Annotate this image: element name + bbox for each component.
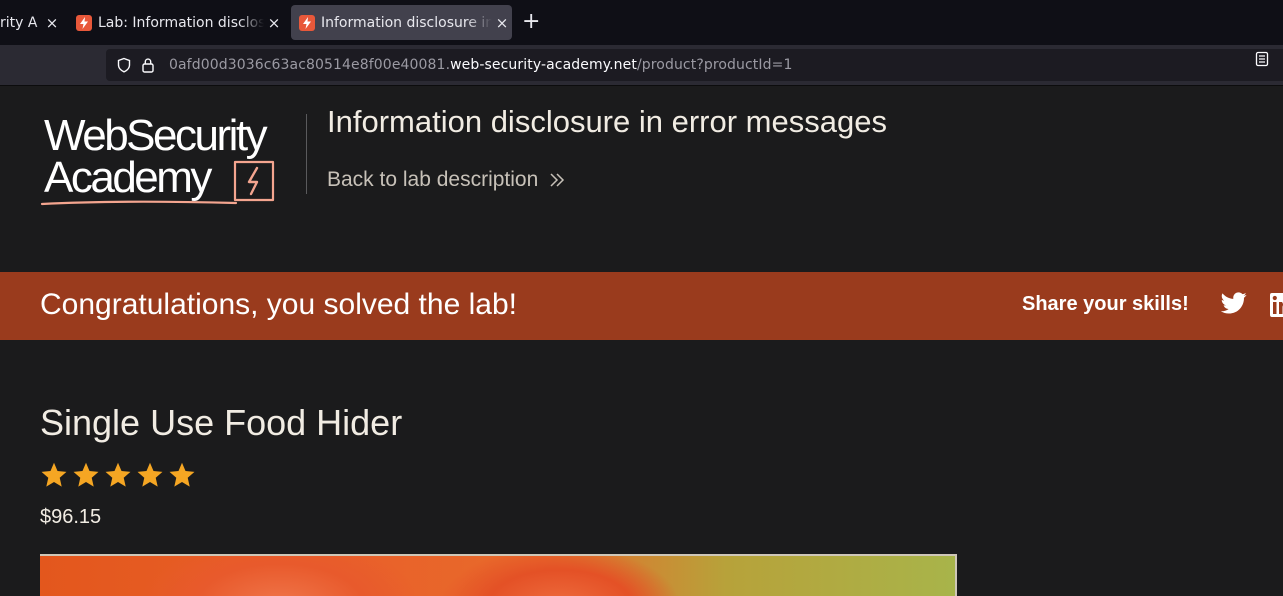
double-chevron-icon [548, 171, 566, 189]
star-icon [169, 462, 195, 487]
logo-line-1: WebSecurity [44, 111, 268, 160]
url-prefix: 0afd00d3036c63ac80514e8f00e40081. [169, 57, 451, 73]
star-icon [73, 462, 99, 487]
tab-title: rity A [0, 14, 38, 31]
linkedin-icon[interactable] [1270, 293, 1283, 321]
product-title: Single Use Food Hider [40, 402, 403, 443]
close-tab-icon[interactable]: × [42, 14, 62, 32]
url-text[interactable]: 0afd00d3036c63ac80514e8f00e40081.web-sec… [169, 57, 792, 73]
browser-tab[interactable]: rity A × [0, 5, 62, 40]
url-host: web-security-academy.net [450, 57, 637, 73]
share-skills-label: Share your skills! [1022, 293, 1189, 315]
solved-message: Congratulations, you solved the lab! [40, 288, 517, 321]
logo-line-2: Academy [44, 153, 212, 202]
browser-tab-bar: rity A × Lab: Information disclosu × Inf… [0, 0, 1283, 45]
twitter-icon[interactable] [1220, 292, 1247, 320]
tab-title: Lab: Information disclosu [98, 14, 264, 31]
star-icon [105, 462, 131, 487]
portswigger-favicon-icon [299, 14, 315, 31]
portswigger-favicon-icon [76, 14, 92, 31]
tab-title: Information disclosure in [321, 14, 492, 31]
product-rating [40, 461, 196, 489]
lock-icon[interactable] [139, 56, 157, 74]
back-link-label: Back to lab description [327, 168, 539, 191]
star-icon [137, 462, 163, 487]
new-tab-button[interactable]: + [522, 9, 540, 35]
reader-view-icon[interactable] [1255, 51, 1269, 71]
browser-tab[interactable]: Lab: Information disclosu × [70, 5, 284, 40]
back-to-lab-description-link[interactable]: Back to lab description [327, 168, 566, 192]
url-path: /product?productId=1 [636, 57, 793, 73]
product-price: $96.15 [40, 506, 102, 528]
browser-tab-active[interactable]: Information disclosure in × [291, 5, 512, 40]
browser-nav-bar: 0afd00d3036c63ac80514e8f00e40081.web-sec… [0, 45, 1283, 86]
lab-title: Information disclosure in error messages [327, 104, 887, 139]
lab-header: WebSecurity Academy Information disclosu… [0, 86, 1283, 272]
star-icon [41, 462, 67, 487]
url-bar[interactable]: 0afd00d3036c63ac80514e8f00e40081.web-sec… [106, 49, 1283, 81]
close-tab-icon[interactable]: × [264, 14, 284, 32]
header-divider [306, 114, 307, 194]
logo-underline [40, 200, 238, 206]
web-security-academy-logo[interactable]: WebSecurity Academy [40, 114, 302, 210]
shield-icon[interactable] [115, 56, 133, 74]
lab-solved-banner: Congratulations, you solved the lab! Sha… [0, 272, 1283, 340]
close-tab-icon[interactable]: × [492, 14, 512, 32]
product-image [40, 554, 957, 596]
